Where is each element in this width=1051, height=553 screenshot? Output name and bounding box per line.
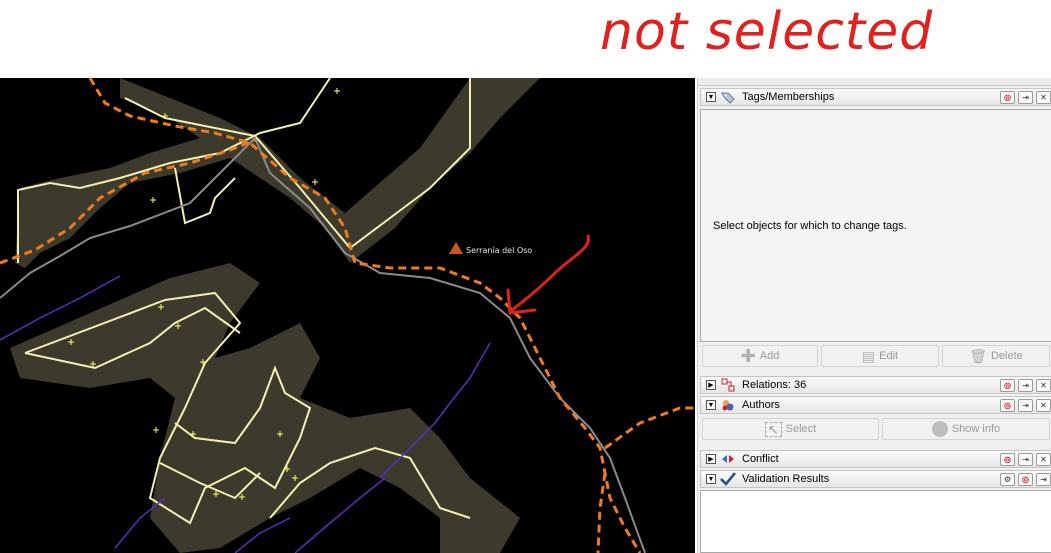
map-view[interactable]: Serranía del Oso: [0, 78, 695, 553]
collapse-toggle-icon[interactable]: ▼: [706, 400, 716, 410]
tags-dialog-header[interactable]: ▼ Tags/Memberships ◎ ⇥ ✕: [700, 88, 1051, 106]
authors-dialog-title: Authors: [742, 399, 780, 411]
validation-results-list[interactable]: [700, 490, 1051, 553]
close-icon[interactable]: ✕: [1036, 90, 1051, 104]
detach-icon[interactable]: ⇥: [1018, 90, 1033, 104]
checkmark-icon: [720, 472, 736, 486]
trail-line-4: [596, 472, 607, 553]
validation-dialog-title: Validation Results: [742, 473, 830, 485]
detach-icon[interactable]: ⇥: [1018, 398, 1033, 412]
help-icon[interactable]: ◎: [1000, 398, 1015, 412]
collapse-toggle-icon[interactable]: ▼: [706, 92, 716, 102]
ridge-area-upper: [15, 78, 540, 268]
close-icon[interactable]: ✕: [1036, 452, 1051, 466]
edit-icon: ▤: [861, 347, 876, 364]
detach-icon[interactable]: ⇥: [1036, 472, 1051, 486]
detach-icon[interactable]: ⇥: [1018, 452, 1033, 466]
relations-dialog-header[interactable]: ▶ Relations: 36 ◎ ⇥ ✕: [700, 376, 1051, 394]
tags-table-area[interactable]: Select objects for which to change tags.: [700, 109, 1051, 342]
close-icon[interactable]: ✕: [1036, 378, 1051, 392]
map-canvas[interactable]: [0, 78, 695, 553]
conflict-dialog-title: Conflict: [742, 453, 779, 465]
conflict-icon: [720, 452, 736, 466]
authors-icon: [720, 398, 736, 412]
peak-label: Serranía del Oso: [466, 246, 533, 255]
select-cursor-icon: ↖: [764, 421, 782, 437]
conflict-dialog-header[interactable]: ▶ Conflict ◎ ⇥ ✕: [700, 450, 1051, 468]
peak-icon: [449, 242, 463, 254]
annotation-not-selected: not selected: [600, 2, 934, 62]
relation-icon: [720, 378, 736, 392]
validation-dialog-header[interactable]: ▼ Validation Results ⚙ ◎ ⇥: [700, 470, 1051, 488]
trail-line-3: [604, 406, 695, 450]
expand-toggle-icon[interactable]: ▶: [706, 454, 716, 464]
ridge-line-upper-3: [174, 167, 236, 225]
plus-icon: ✚: [740, 346, 756, 366]
help-icon[interactable]: ◎: [1000, 90, 1015, 104]
collapse-toggle-icon[interactable]: ▼: [706, 474, 716, 484]
authors-button-row: ↖ Select Show info: [702, 418, 1050, 440]
help-icon[interactable]: ◎: [1000, 378, 1015, 392]
select-button[interactable]: ↖ Select: [702, 418, 879, 440]
tags-dialog-title: Tags/Memberships: [742, 91, 835, 103]
right-panel: ▼ Tags/Memberships ◎ ⇥ ✕ Select objects …: [697, 78, 1051, 553]
trash-icon: 🗑: [969, 347, 987, 364]
panel-top-toolbar: [698, 78, 1051, 86]
tags-button-row: ✚ Add ▤ Edit 🗑 Delete: [702, 345, 1050, 367]
tag-icon: [720, 90, 736, 104]
edit-button[interactable]: ▤ Edit: [821, 345, 939, 367]
delete-button[interactable]: 🗑 Delete: [942, 345, 1050, 367]
tags-empty-message: Select objects for which to change tags.: [713, 220, 907, 232]
close-icon[interactable]: ✕: [1036, 398, 1051, 412]
help-icon[interactable]: ◎: [1000, 452, 1015, 466]
relations-dialog-title: Relations: 36: [742, 379, 807, 391]
preferences-icon[interactable]: ⚙: [1000, 472, 1015, 486]
add-button[interactable]: ✚ Add: [702, 345, 818, 367]
help-icon[interactable]: ◎: [1018, 472, 1033, 486]
detach-icon[interactable]: ⇥: [1018, 378, 1033, 392]
expand-toggle-icon[interactable]: ▶: [706, 380, 716, 390]
show-info-button[interactable]: Show info: [882, 418, 1050, 440]
info-icon: [931, 421, 948, 437]
authors-dialog-header[interactable]: ▼ Authors ◎ ⇥ ✕: [700, 396, 1051, 414]
